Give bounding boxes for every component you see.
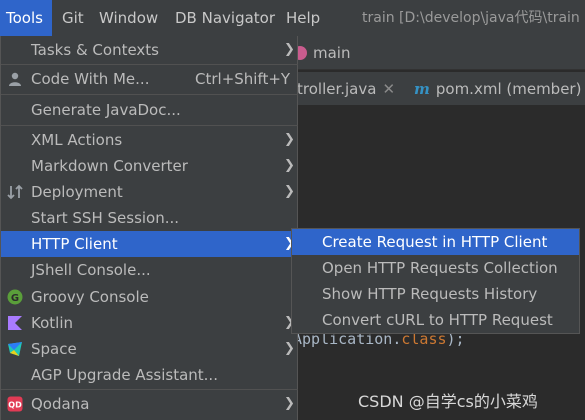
branch-label: main bbox=[313, 44, 351, 62]
menu-item-kotlin[interactable]: Kotlin ❯ bbox=[1, 310, 298, 336]
menu-window[interactable]: Window bbox=[99, 0, 158, 36]
menu-item-label: HTTP Client bbox=[31, 235, 118, 253]
tools-menu: Tasks & Contexts ❯ Code With Me... Ctrl+… bbox=[0, 36, 298, 420]
menu-item-open-requests-collection[interactable]: Open HTTP Requests Collection bbox=[292, 255, 579, 281]
tab-label: pom.xml (member) bbox=[435, 80, 582, 98]
deployment-icon bbox=[7, 184, 23, 200]
menu-item-generate-javadoc[interactable]: Generate JavaDoc... bbox=[1, 97, 298, 123]
menu-item-label: Open HTTP Requests Collection bbox=[322, 259, 558, 277]
menu-db-navigator-label: DB Navigator bbox=[175, 9, 276, 27]
menu-item-label: Show HTTP Requests History bbox=[322, 285, 538, 303]
menu-window-label: Window bbox=[99, 9, 159, 27]
menu-item-groovy-console[interactable]: G Groovy Console bbox=[1, 284, 298, 310]
menu-item-show-requests-history[interactable]: Show HTTP Requests History bbox=[292, 281, 579, 307]
close-icon[interactable]: ✕ bbox=[382, 80, 395, 98]
tab-label: troller.java bbox=[297, 80, 377, 98]
menu-item-label: Generate JavaDoc... bbox=[31, 101, 181, 119]
menu-tools[interactable]: Tools bbox=[0, 0, 52, 36]
menu-db-navigator[interactable]: DB Navigator bbox=[175, 0, 275, 36]
menu-separator bbox=[1, 64, 298, 65]
menu-item-label: Create Request in HTTP Client bbox=[322, 233, 548, 251]
watermark: CSDN @自学cs的小菜鸡 bbox=[358, 392, 538, 411]
menu-separator bbox=[1, 94, 298, 95]
maven-icon: m bbox=[414, 80, 430, 98]
menu-item-label: Convert cURL to HTTP Request bbox=[322, 311, 553, 329]
menu-item-label: XML Actions bbox=[31, 131, 123, 149]
window-title: train [D:\develop\java代码\train bbox=[362, 10, 580, 26]
user-icon bbox=[9, 72, 21, 86]
chevron-right-icon: ❯ bbox=[284, 158, 295, 173]
chevron-right-icon: ❯ bbox=[284, 42, 295, 57]
tab-pom-xml[interactable]: m pom.xml (member) bbox=[414, 72, 581, 106]
menu-item-create-request[interactable]: Create Request in HTTP Client bbox=[292, 229, 579, 255]
kotlin-icon bbox=[8, 316, 22, 330]
menu-item-label: Start SSH Session... bbox=[31, 209, 180, 227]
menu-item-label: Deployment bbox=[31, 183, 123, 201]
menu-item-start-ssh-session[interactable]: Start SSH Session... bbox=[1, 205, 298, 231]
menu-item-space[interactable]: Space ❯ bbox=[1, 336, 298, 362]
chevron-right-icon: ❯ bbox=[284, 341, 295, 356]
svg-text:QD: QD bbox=[8, 401, 22, 410]
chevron-right-icon: ❯ bbox=[284, 184, 295, 199]
menu-item-label: JShell Console... bbox=[31, 261, 151, 279]
menu-separator bbox=[1, 389, 298, 390]
menu-git-label: Git bbox=[62, 9, 84, 27]
menu-item-label: Code With Me... bbox=[31, 70, 150, 88]
tab-controller-java[interactable]: troller.java ✕ bbox=[297, 72, 395, 106]
svg-text:G: G bbox=[11, 293, 19, 304]
menu-item-deployment[interactable]: Deployment ❯ bbox=[1, 179, 298, 205]
menu-item-label: Space bbox=[31, 340, 77, 358]
main-menu-bar: Tools Git Window DB Navigator Help train… bbox=[0, 0, 585, 36]
menu-item-code-with-me[interactable]: Code With Me... Ctrl+Shift+Y bbox=[1, 66, 298, 92]
branch-indicator[interactable]: main bbox=[293, 44, 350, 62]
menu-help[interactable]: Help bbox=[286, 0, 320, 36]
menu-tools-label: Tools bbox=[6, 9, 43, 27]
menu-item-label: Groovy Console bbox=[31, 288, 149, 306]
menu-separator bbox=[1, 125, 298, 126]
menu-item-label: Kotlin bbox=[31, 314, 73, 332]
menu-item-agp-upgrade-assistant[interactable]: AGP Upgrade Assistant... bbox=[1, 362, 298, 388]
qodana-icon: QD bbox=[7, 396, 23, 412]
menu-item-xml-actions[interactable]: XML Actions ❯ bbox=[1, 127, 298, 153]
menu-item-tasks-contexts[interactable]: Tasks & Contexts ❯ bbox=[1, 37, 298, 63]
menu-item-markdown-converter[interactable]: Markdown Converter ❯ bbox=[1, 153, 298, 179]
menu-item-label: Tasks & Contexts bbox=[31, 41, 159, 59]
menu-item-label: AGP Upgrade Assistant... bbox=[31, 366, 218, 384]
shortcut-label: Ctrl+Shift+Y bbox=[195, 70, 291, 88]
groovy-icon: G bbox=[7, 289, 23, 305]
menu-item-label: Markdown Converter bbox=[31, 157, 188, 175]
menu-git[interactable]: Git bbox=[62, 0, 84, 36]
menu-item-qodana[interactable]: QD Qodana ❯ bbox=[1, 391, 298, 417]
chevron-right-icon: ❯ bbox=[284, 396, 295, 411]
menu-item-jshell-console[interactable]: JShell Console... bbox=[1, 257, 298, 283]
menu-item-convert-curl[interactable]: Convert cURL to HTTP Request bbox=[292, 307, 579, 333]
menu-item-http-client[interactable]: HTTP Client ❯ bbox=[1, 231, 298, 257]
http-client-submenu: Create Request in HTTP Client Open HTTP … bbox=[291, 228, 580, 334]
chevron-right-icon: ❯ bbox=[284, 132, 295, 147]
menu-help-label: Help bbox=[286, 9, 321, 27]
menu-item-label: Qodana bbox=[31, 395, 90, 413]
space-icon bbox=[8, 342, 22, 356]
